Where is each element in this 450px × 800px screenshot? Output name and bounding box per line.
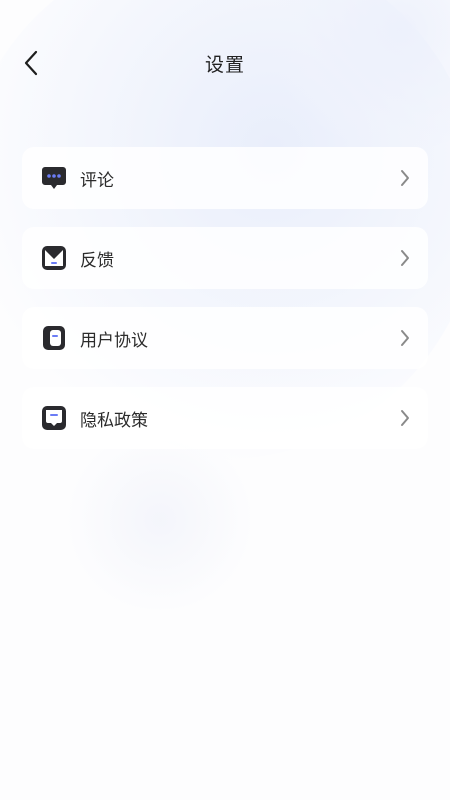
menu-item-label: 评论 xyxy=(80,170,114,191)
menu-item-label: 用户协议 xyxy=(80,330,148,351)
menu-item-user-agreement[interactable]: 用户协议 xyxy=(22,307,428,369)
menu-item-feedback[interactable]: 反馈 xyxy=(22,227,428,289)
menu-item-privacy-policy[interactable]: 隐私政策 xyxy=(22,387,428,449)
chevron-right-icon xyxy=(398,328,412,348)
menu-item-comment[interactable]: 评论 xyxy=(22,147,428,209)
chevron-right-icon xyxy=(398,408,412,428)
user-agreement-icon xyxy=(41,325,67,351)
menu-item-label: 隐私政策 xyxy=(80,410,148,431)
chevron-right-icon xyxy=(398,168,412,188)
comment-bubble-icon xyxy=(41,165,67,191)
menu-item-label: 反馈 xyxy=(80,250,114,271)
chevron-right-icon xyxy=(398,248,412,268)
header-bar: 设置 xyxy=(0,38,450,86)
feedback-envelope-icon xyxy=(41,245,67,271)
privacy-policy-icon xyxy=(41,405,67,431)
settings-menu: 评论 反馈 用户协议 隐私政策 xyxy=(22,147,428,467)
page-title: 设置 xyxy=(204,54,245,76)
